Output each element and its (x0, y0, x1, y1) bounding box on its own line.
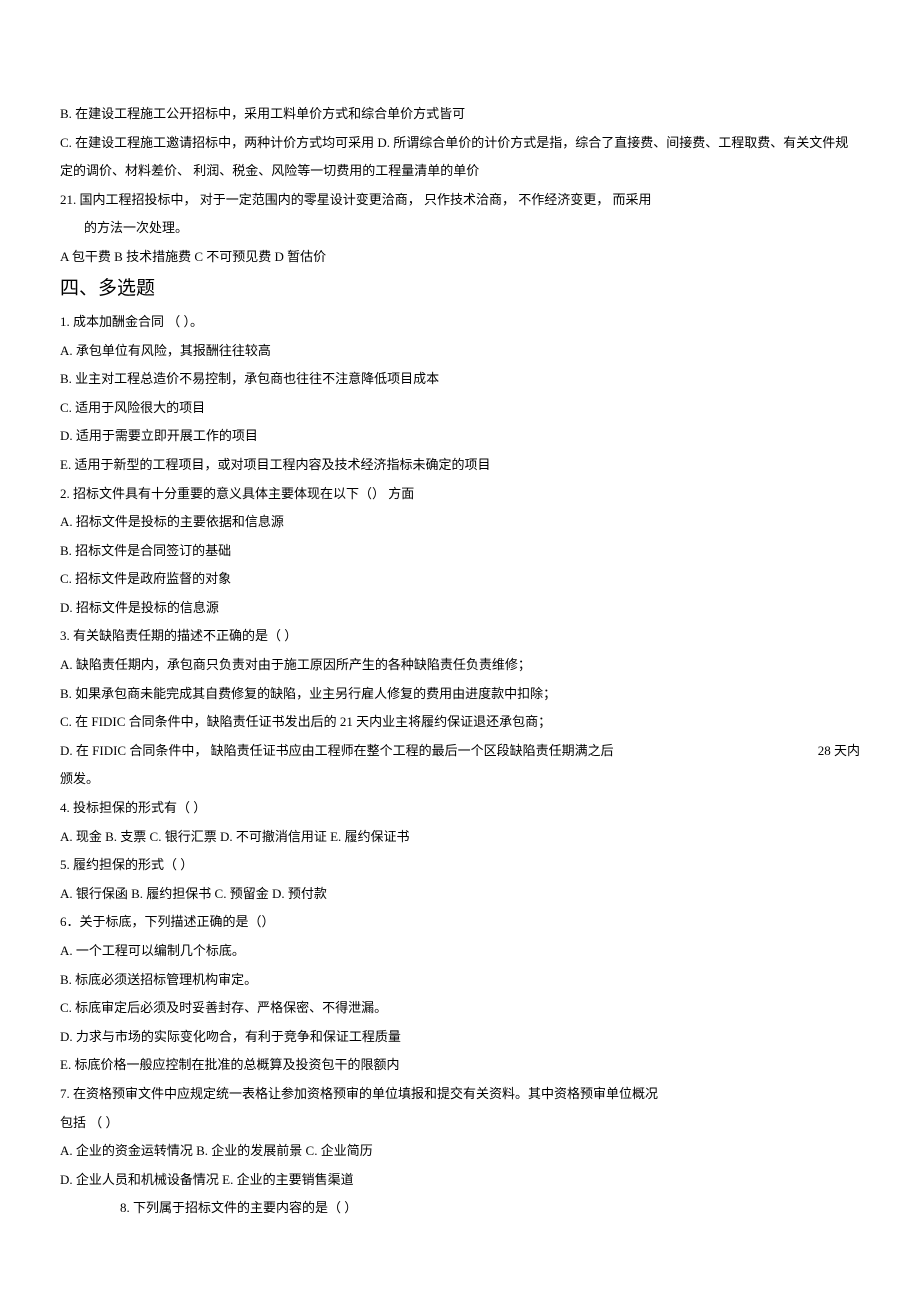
q8-stem: 8. 下列属于招标文件的主要内容的是（ ） (60, 1194, 860, 1223)
q6-stem: 6．关于标底，下列描述正确的是（） (60, 908, 860, 937)
q3-option-c: C. 在 FIDIC 合同条件中，缺陷责任证书发出后的 21 天内业主将履约保证… (60, 708, 860, 737)
q2-option-d: D. 招标文件是投标的信息源 (60, 594, 860, 623)
q4-stem: 4. 投标担保的形式有（ ） (60, 794, 860, 823)
q7-options-line1: A. 企业的资金运转情况 B. 企业的发展前景 C. 企业简历 (60, 1137, 860, 1166)
document-page: B. 在建设工程施工公开招标中，采用工料单价方式和综合单价方式皆可 C. 在建设… (0, 0, 920, 1303)
q4-options: A. 现金 B. 支票 C. 银行汇票 D. 不可撤消信用证 E. 履约保证书 (60, 823, 860, 852)
q6-option-d: D. 力求与市场的实际变化吻合，有利于竞争和保证工程质量 (60, 1023, 860, 1052)
q6-option-b: B. 标底必须送招标管理机构审定。 (60, 966, 860, 995)
question-21-line1: 21. 国内工程招投标中， 对于一定范围内的零星设计变更洽商， 只作技术洽商， … (60, 186, 860, 215)
q3-option-b: B. 如果承包商未能完成其自费修复的缺陷，业主另行雇人修复的费用由进度款中扣除； (60, 680, 860, 709)
pre-option-c-d: C. 在建设工程施工邀请招标中，两种计价方式均可采用 D. 所谓综合单价的计价方… (60, 129, 860, 186)
section-4-title: 四、多选题 (60, 274, 860, 304)
q7-options-line2: D. 企业人员和机械设备情况 E. 企业的主要销售渠道 (60, 1166, 860, 1195)
q7-stem-line2: 包括 （ ） (60, 1109, 860, 1138)
q1-stem: 1. 成本加酬金合同 （ ）。 (60, 308, 860, 337)
q1-option-d: D. 适用于需要立即开展工作的项目 (60, 422, 860, 451)
q6-option-a: A. 一个工程可以编制几个标底。 (60, 937, 860, 966)
q3-option-a: A. 缺陷责任期内，承包商只负责对由于施工原因所产生的各种缺陷责任负责维修； (60, 651, 860, 680)
question-21-options: A 包干费 B 技术措施费 C 不可预见费 D 暂估价 (60, 243, 860, 272)
pre-option-b: B. 在建设工程施工公开招标中，采用工料单价方式和综合单价方式皆可 (60, 100, 860, 129)
q3-option-d-right: 28 天内 (810, 737, 860, 766)
q2-stem: 2. 招标文件具有十分重要的意义具体主要体现在以下（） 方面 (60, 480, 860, 509)
q3-stem: 3. 有关缺陷责任期的描述不正确的是（ ） (60, 622, 860, 651)
q3-option-d-left: D. 在 FIDIC 合同条件中， 缺陷责任证书应由工程师在整个工程的最后一个区… (60, 737, 614, 766)
q2-option-a: A. 招标文件是投标的主要依据和信息源 (60, 508, 860, 537)
q3-option-d-row: D. 在 FIDIC 合同条件中， 缺陷责任证书应由工程师在整个工程的最后一个区… (60, 737, 860, 766)
q5-options: A. 银行保函 B. 履约担保书 C. 预留金 D. 预付款 (60, 880, 860, 909)
q1-option-a: A. 承包单位有风险，其报酬往往较高 (60, 337, 860, 366)
q6-option-c: C. 标底审定后必须及时妥善封存、严格保密、不得泄漏。 (60, 994, 860, 1023)
q1-option-b: B. 业主对工程总造价不易控制，承包商也往往不注意降低项目成本 (60, 365, 860, 394)
q2-option-b: B. 招标文件是合同签订的基础 (60, 537, 860, 566)
q1-option-e: E. 适用于新型的工程项目，或对项目工程内容及技术经济指标未确定的项目 (60, 451, 860, 480)
q3-option-d-tail: 颁发。 (60, 765, 860, 794)
question-21-line2: 的方法一次处理。 (60, 214, 860, 243)
q1-option-c: C. 适用于风险很大的项目 (60, 394, 860, 423)
q5-stem: 5. 履约担保的形式（ ） (60, 851, 860, 880)
q7-stem-line1: 7. 在资格预审文件中应规定统一表格让参加资格预审的单位填报和提交有关资料。其中… (60, 1080, 860, 1109)
q6-option-e: E. 标底价格一般应控制在批准的总概算及投资包干的限额内 (60, 1051, 860, 1080)
q2-option-c: C. 招标文件是政府监督的对象 (60, 565, 860, 594)
